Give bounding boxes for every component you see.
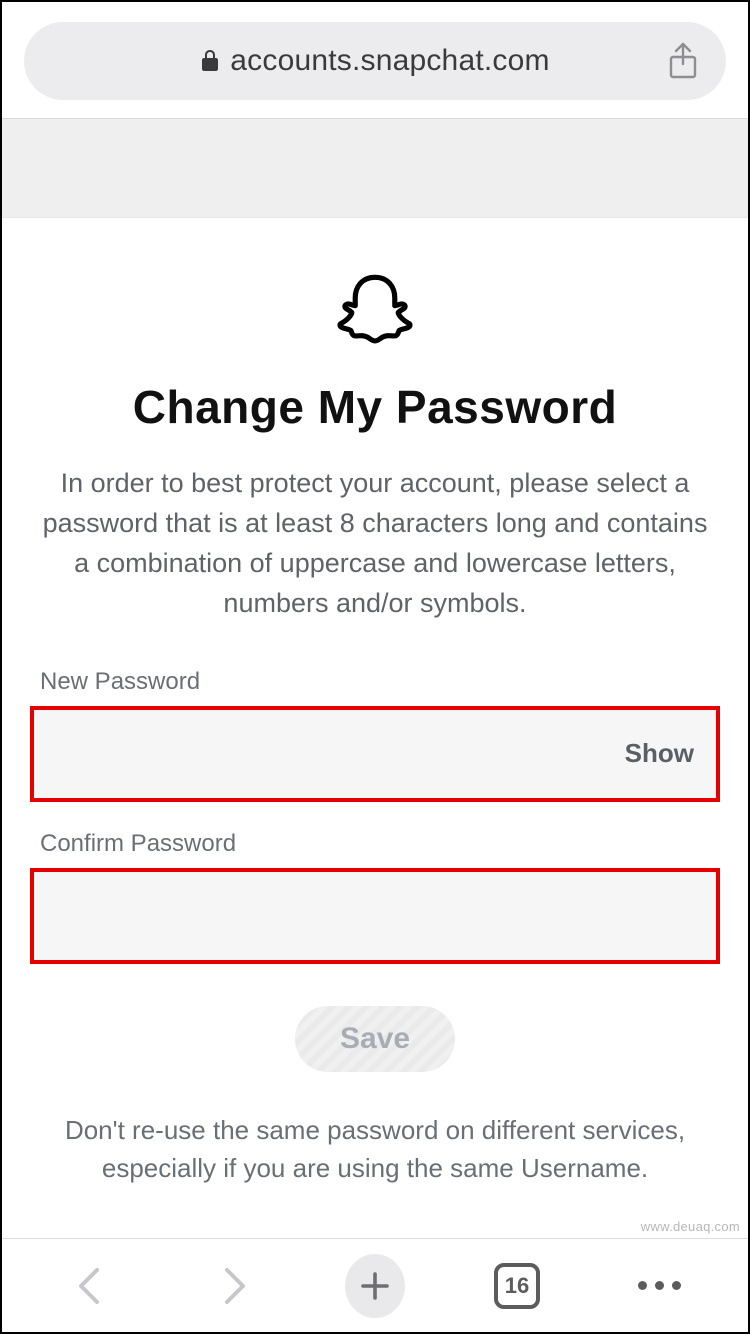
more-button[interactable] [629,1256,689,1316]
tab-count-badge: 16 [494,1263,540,1309]
more-icon [638,1281,681,1290]
password-form: New Password Show Confirm Password Save [30,668,720,1072]
password-instructions: In order to best protect your account, p… [30,464,720,624]
confirm-password-input[interactable] [56,872,694,960]
plus-icon [345,1254,405,1318]
new-password-label: New Password [40,668,720,696]
save-row: Save [30,1006,720,1072]
password-reuse-warning: Don't re-use the same password on differ… [30,1112,720,1187]
main-content: Change My Password In order to best prot… [2,218,748,1187]
address-bar[interactable]: accounts.snapchat.com [24,22,726,100]
lock-icon [200,49,220,73]
save-button[interactable]: Save [295,1006,455,1072]
browser-address-area: accounts.snapchat.com [2,2,748,118]
new-password-field-wrap: Show [30,706,720,802]
browser-bottom-bar: 16 [2,1238,748,1332]
forward-button[interactable] [203,1256,263,1316]
confirm-password-label: Confirm Password [40,830,720,858]
tabs-button[interactable]: 16 [487,1256,547,1316]
confirm-password-field-wrap [30,868,720,964]
address-bar-content: accounts.snapchat.com [200,44,549,78]
page-header-band [2,118,748,218]
new-password-input[interactable] [56,710,613,798]
address-bar-url: accounts.snapchat.com [230,44,549,78]
new-tab-button[interactable] [345,1256,405,1316]
show-password-toggle[interactable]: Show [613,738,694,769]
page-title: Change My Password [30,380,720,434]
back-button[interactable] [61,1256,121,1316]
watermark: www.deuaq.com [641,1219,740,1234]
snapchat-ghost-icon [30,272,720,354]
share-icon[interactable] [666,41,700,81]
